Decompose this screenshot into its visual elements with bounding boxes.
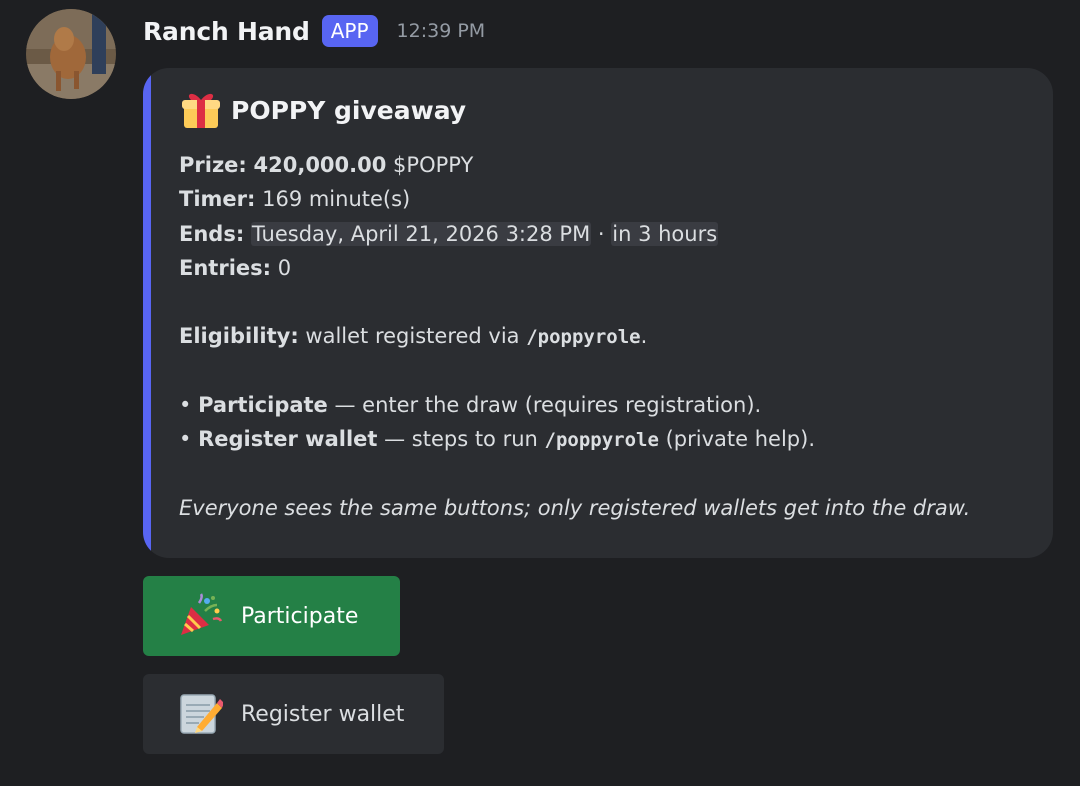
eligibility-command: /poppyrole <box>526 326 641 349</box>
giveaway-embed: POPPY giveaway Prize: 420,000.00 $POPPY … <box>143 68 1053 558</box>
eligibility-end: . <box>640 324 648 349</box>
author-name[interactable]: Ranch Hand <box>143 17 310 46</box>
bullet-participate-label: Participate <box>198 393 328 418</box>
message-header: Ranch Hand APP 12:39 PM <box>143 12 485 50</box>
party-popper-icon <box>181 593 223 635</box>
bullet-register: • Register wallet — steps to run /poppyr… <box>179 422 970 456</box>
prize-token: $POPPY <box>393 153 474 177</box>
timer-label: Timer: <box>179 187 256 212</box>
prize-amount: 420,000.00 <box>253 153 387 177</box>
embed-title: POPPY giveaway <box>179 88 466 132</box>
message: Ranch Hand APP 12:39 PM POPPY giveaway P… <box>0 0 1080 786</box>
ends-label: Ends: <box>179 221 245 246</box>
register-wallet-button-label: Register wallet <box>241 701 405 727</box>
message-timestamp[interactable]: 12:39 PM <box>397 20 486 42</box>
embed-accent-bar <box>143 68 151 558</box>
ends-separator: · <box>597 221 605 246</box>
prize-label: Prize: <box>179 153 247 177</box>
bullet-participate: • Participate — enter the draw (requires… <box>179 388 970 422</box>
participate-button-label: Participate <box>241 603 359 629</box>
bullet-dot: • <box>179 393 192 418</box>
entries-line: Entries: 0 <box>179 251 970 285</box>
footer-note: Everyone sees the same buttons; only reg… <box>179 495 971 520</box>
register-wallet-button[interactable]: Register wallet <box>143 674 444 754</box>
bullet-register-label: Register wallet <box>198 427 378 452</box>
bullet-register-command: /poppyrole <box>544 429 659 452</box>
app-badge: APP <box>321 15 378 47</box>
entries-value: 0 <box>277 255 292 280</box>
bullet-register-end: (private help). <box>665 427 815 452</box>
embed-title-text: POPPY giveaway <box>231 95 467 125</box>
bullet-register-text: — steps to run <box>384 427 538 452</box>
bullet-dot: • <box>179 427 192 452</box>
timer-value: 169 minute(s) <box>262 187 411 212</box>
eligibility-label: Eligibility: <box>179 324 299 349</box>
embed-description: Prize: 420,000.00 $POPPY Timer: 169 minu… <box>179 148 970 525</box>
ends-line: Ends: Tuesday, April 21, 2026 3:28 PM · … <box>179 217 970 251</box>
prize-line: Prize: 420,000.00 $POPPY <box>179 148 970 182</box>
memo-icon <box>180 694 223 734</box>
participate-button[interactable]: Participate <box>143 576 400 656</box>
eligibility-text: wallet registered via <box>305 324 520 349</box>
gift-icon <box>182 93 220 128</box>
avatar[interactable] <box>26 9 116 99</box>
entries-label: Entries: <box>179 255 272 280</box>
ends-date[interactable]: Tuesday, April 21, 2026 3:28 PM <box>250 221 592 246</box>
timer-line: Timer: 169 minute(s) <box>179 182 970 216</box>
eligibility-line: Eligibility: wallet registered via /popp… <box>179 319 970 353</box>
bullet-participate-text: — enter the draw (requires registration)… <box>334 393 762 418</box>
ends-relative[interactable]: in 3 hours <box>611 221 719 246</box>
